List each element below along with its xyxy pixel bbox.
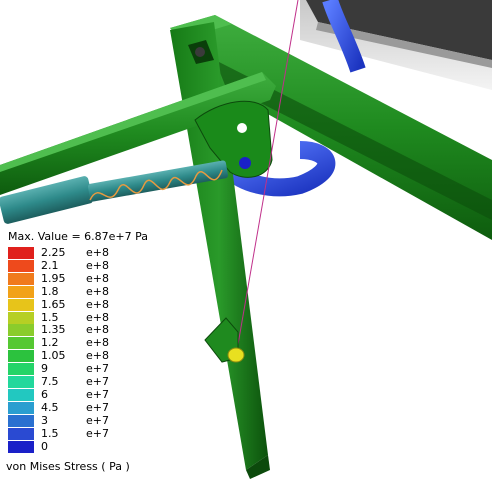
legend-swatch: [8, 440, 34, 453]
legend-exponent: e+8: [86, 271, 109, 285]
legend-value: 1.05: [41, 349, 66, 363]
legend-swatch: [8, 247, 34, 259]
legend-value: 0: [41, 439, 48, 453]
legend-value: 1.2: [41, 336, 59, 350]
legend-swatch: [8, 324, 34, 337]
legend-swatch: [8, 285, 34, 298]
legend-value: 1.35: [41, 323, 66, 337]
legend-exponent: e+8: [86, 349, 109, 363]
legend-exponent: e+8: [86, 297, 109, 311]
legend-exponent: e+8: [86, 323, 109, 337]
legend-swatch: [8, 363, 34, 376]
legend-swatch: [8, 337, 34, 350]
legend-value: 1.5: [41, 310, 59, 324]
legend-value: 1.65: [41, 297, 66, 311]
legend-exponent: e+8: [86, 336, 109, 350]
legend-value: 6: [41, 387, 48, 401]
legend-value: 9: [41, 362, 48, 376]
legend-value: 1.95: [41, 271, 66, 285]
legend-exponent: e+7: [86, 362, 109, 376]
legend-value: 2.25: [41, 246, 66, 259]
legend-caption: von Mises Stress ( Pa ): [6, 460, 130, 473]
legend-swatch: [8, 376, 34, 388]
legend-swatch: [8, 414, 34, 427]
legend-exponent: e+8: [86, 284, 109, 298]
legend-exponent: e+7: [86, 426, 109, 440]
legend-exponent: e+7: [86, 375, 109, 388]
legend-value: 2.1: [41, 258, 59, 272]
legend-exponent: e+7: [86, 387, 109, 401]
legend-swatch: [8, 350, 34, 363]
max-value-label: Max. Value = 6.87e+7 Pa: [8, 230, 149, 243]
legend-exponent: e+7: [86, 413, 109, 427]
legend-swatch: [8, 401, 34, 414]
legend-exponent: e+8: [86, 246, 109, 259]
legend-value: 1.5: [41, 426, 59, 440]
legend-value: 4.5: [41, 400, 59, 414]
legend-swatch: [8, 259, 34, 272]
legend-exponent: e+7: [86, 400, 109, 414]
legend-exponent: e+8: [86, 310, 109, 324]
legend-exponent: e+8: [86, 258, 109, 272]
legend-swatch: [8, 427, 34, 440]
legend-swatch: [8, 272, 34, 285]
legend-swatch: [8, 311, 34, 324]
legend-value: 7.5: [41, 375, 59, 388]
legend-swatch: [8, 388, 34, 401]
legend-value: 3: [41, 413, 48, 427]
legend-value: 1.8: [41, 284, 59, 298]
legend-swatch: [8, 298, 34, 311]
